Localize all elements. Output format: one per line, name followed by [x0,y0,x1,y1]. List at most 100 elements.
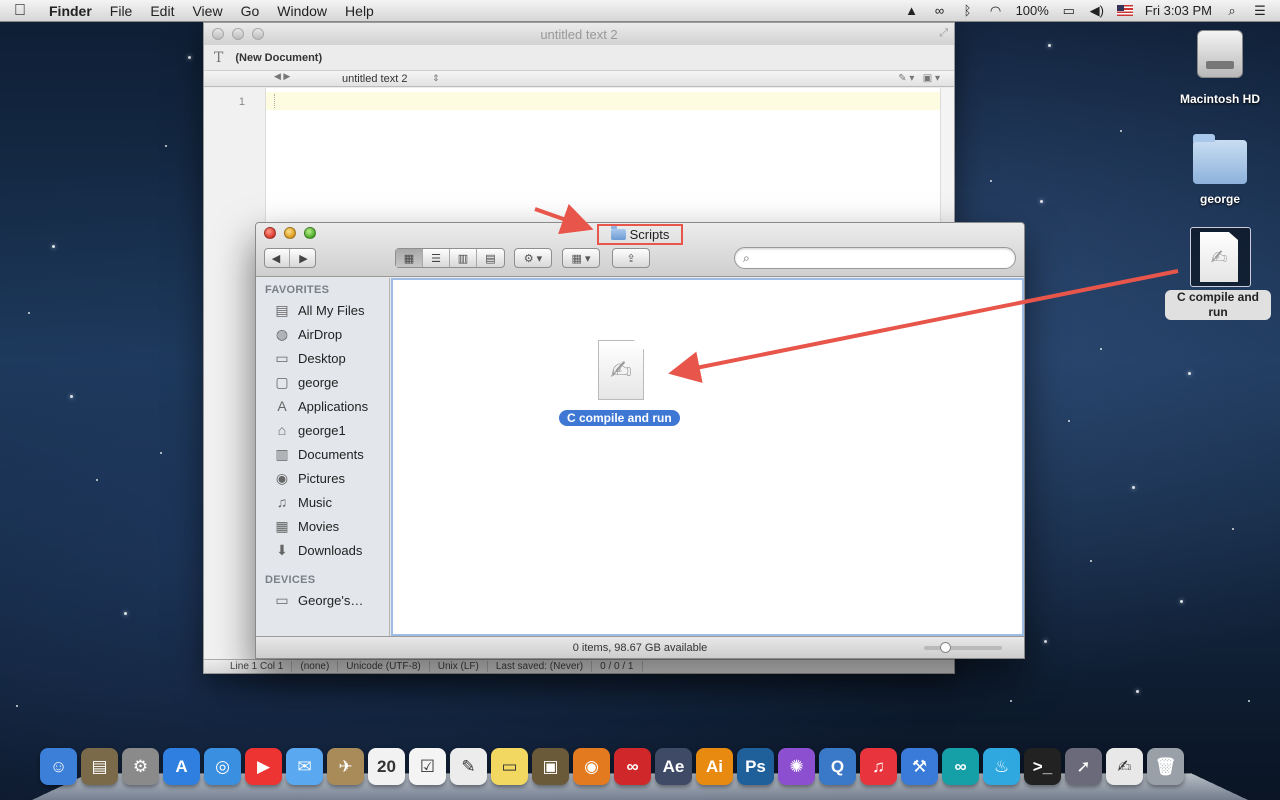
sidebar-item-all-my-files[interactable]: ▤ All My Files [256,298,389,322]
editor-minimize-button[interactable] [232,28,244,40]
notification-center-icon[interactable]: ☰ [1252,3,1268,19]
dock-itunes-icon[interactable]: ♫ [860,748,897,785]
line-endings-popup[interactable]: Unix (LF) [430,661,488,672]
dock-script-doc-icon[interactable]: ✍ [1106,748,1143,785]
dock-finder-icon[interactable]: ☺ [40,748,77,785]
dock-textedit-icon[interactable]: ✎ [450,748,487,785]
dock-processing-icon[interactable]: ♨ [983,748,1020,785]
menu-window[interactable]: Window [268,0,336,22]
menu-app-finder[interactable]: Finder [40,0,101,22]
dock-illustrator-icon[interactable]: Ai [696,748,733,785]
dock-creative-cloud-icon[interactable]: ∞ [614,748,651,785]
menu-file[interactable]: File [101,0,142,22]
back-button[interactable]: ◀ [263,249,290,267]
applescript-file-icon[interactable]: ✍ [598,340,644,400]
sidebar-item-george1[interactable]: ⌂ george1 [256,418,389,442]
view-mode-buttons[interactable]: ▦ ☰ ▥ ▤ [395,248,505,268]
arrange-menu-button[interactable]: ▦ ▾ [562,248,600,268]
dock-reminders-icon[interactable]: ☑ [409,748,446,785]
editor-titlebar[interactable]: untitled text 2 ⤢ [204,23,954,45]
sidebar-item-music[interactable]: ♫ Music [256,490,389,514]
sidebar-item-device[interactable]: ▭ George's… [256,588,389,612]
dock-youtube-icon[interactable]: ▶ [245,748,282,785]
apple-menu-icon[interactable]:  [0,2,40,20]
dock-launchpad-icon[interactable]: ➚ [1065,748,1102,785]
icon-view-button[interactable]: ▦ [396,249,423,267]
encoding-popup[interactable]: Unicode (UTF-8) [338,661,430,672]
dock-calendar-icon[interactable]: 20 [368,748,405,785]
folder-icon: ▢ [275,373,289,390]
finder-close-button[interactable] [264,227,276,239]
share-button[interactable]: ⇪ [612,248,650,268]
creative-cloud-icon[interactable]: ∞ [932,3,948,18]
dock-iphoto-icon[interactable]: ▣ [532,748,569,785]
sidebar-item-downloads[interactable]: ⬇ Downloads [256,538,389,562]
desktop-macintosh-hd[interactable]: Macintosh HD [1172,30,1268,106]
sidebar-item-desktop[interactable]: ▭ Desktop [256,346,389,370]
slider-knob[interactable] [940,642,951,653]
sidebar-item-airdrop[interactable]: ◍ AirDrop [256,322,389,346]
dock-terminal-icon[interactable]: >_ [1024,748,1061,785]
desktop-george-folder[interactable]: george [1182,134,1258,206]
menu-go[interactable]: Go [232,0,269,22]
dock-image-capture-icon[interactable]: ▤ [81,748,118,785]
finder-zoom-button[interactable] [304,227,316,239]
finder-minimize-button[interactable] [284,227,296,239]
sidebar-item-pictures[interactable]: ◉ Pictures [256,466,389,490]
icon-size-slider[interactable] [924,642,1002,653]
editor-tools-icon[interactable]: ✎ ▾ ▣ ▾ [898,73,940,84]
finder-status-bar: 0 items, 98.67 GB available [256,636,1024,658]
menu-clock[interactable]: Fri 3:03 PM [1145,3,1212,18]
dock-messages-icon[interactable]: ✉ [286,748,323,785]
action-menu-button[interactable]: ⚙ ▾ [514,248,552,268]
battery-status[interactable]: 100% [1016,3,1049,18]
dock-stickies-icon[interactable]: ▭ [491,748,528,785]
editor-tab-name[interactable]: untitled text 2 [342,73,407,85]
dock-safari-icon[interactable]: ◎ [204,748,241,785]
home-icon: ⌂ [277,422,287,438]
finder-titlebar[interactable]: Scripts ◀ ▶ ▦ ☰ ▥ ▤ ⚙ ▾ ▦ ▾ ⇪ ⌕ [256,223,1024,277]
dock-photoshop-icon[interactable]: Ps [737,748,774,785]
finder-title-text: Scripts [629,227,670,242]
dock-xcode-icon[interactable]: ⚒ [901,748,938,785]
sidebar-item-movies[interactable]: ▦ Movies [256,514,389,538]
wifi-icon[interactable]: ◠ [988,3,1004,19]
sidebar-item-documents[interactable]: ▥ Documents [256,442,389,466]
finder-status-text: 0 items, 98.67 GB available [572,641,708,654]
volume-icon[interactable]: ◀) [1089,3,1105,19]
finder-content-area[interactable]: ✍ C compile and run [391,278,1024,636]
sidebar-item-george[interactable]: ▢ george [256,370,389,394]
dock-quicktime-icon[interactable]: Q [819,748,856,785]
column-view-button[interactable]: ▥ [450,249,477,267]
dock-system-preferences-icon[interactable]: ⚙ [122,748,159,785]
coverflow-view-button[interactable]: ▤ [477,249,504,267]
language-popup[interactable]: (none) [292,661,339,672]
finder-search-input[interactable]: ⌕ [734,247,1016,269]
dock-after-effects-icon[interactable]: Ae [655,748,692,785]
dock-color-picker-icon[interactable]: ✺ [778,748,815,785]
last-saved-label: Last saved: (Never) [488,661,593,672]
spotlight-search-icon[interactable]: ⌕ [1224,3,1240,19]
editor-zoom-button[interactable] [252,28,264,40]
desktop-script-label[interactable]: C compile and run [1165,290,1271,320]
fullscreen-icon[interactable]: ⤢ [939,27,948,40]
dock-arduino-icon[interactable]: ∞ [942,748,979,785]
menu-help[interactable]: Help [336,0,383,22]
dock-app-store-icon[interactable]: A [163,748,200,785]
selected-file-label[interactable]: C compile and run [559,410,680,426]
google-drive-icon[interactable]: ▲ [904,3,920,18]
editor-close-button[interactable] [212,28,224,40]
dock-mail-icon[interactable]: ✈ [327,748,364,785]
desktop-script-icon[interactable]: ✍ [1200,232,1238,282]
editor-tab-popup-icon[interactable]: ⇕ [432,73,440,84]
forward-button[interactable]: ▶ [290,249,317,267]
menu-view[interactable]: View [183,0,231,22]
menu-edit[interactable]: Edit [141,0,183,22]
bluetooth-icon[interactable]: ᛒ [960,3,976,18]
sidebar-item-applications[interactable]: A Applications [256,394,389,418]
us-flag-input-icon[interactable] [1116,5,1133,16]
back-forward-buttons[interactable]: ◀ ▶ [264,248,316,268]
dock-blender-icon[interactable]: ◉ [573,748,610,785]
dock-trash-icon[interactable]: 🗑 [1147,748,1184,785]
list-view-button[interactable]: ☰ [423,249,450,267]
